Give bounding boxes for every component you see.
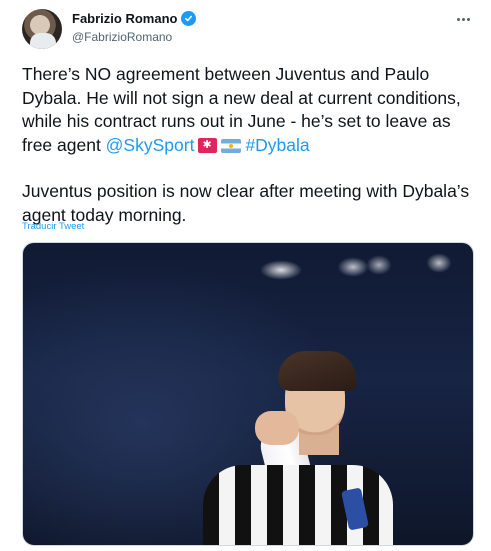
translate-tweet-link[interactable]: Traducir Tweet [22,221,84,232]
author-name-row: Fabrizio Romano [72,11,197,26]
profile-avatar[interactable] [22,9,62,49]
author-handle[interactable]: @FabrizioRomano [72,30,172,44]
more-options-icon[interactable] [453,10,473,28]
tweet-paragraph-1-text: There’s NO agreement between Juventus an… [22,64,461,155]
tweet-paragraph-2: Juventus position is now clear after mee… [22,181,470,225]
mention-link[interactable]: @SkySport [106,135,195,155]
tweet-card: Fabrizio Romano @FabrizioRomano There’s … [0,0,491,551]
tweet-paragraph-1: There’s NO agreement between Juventus an… [22,63,474,157]
argentina-flag-icon [221,138,242,153]
author-display-name[interactable]: Fabrizio Romano [72,11,177,26]
tweet-photo[interactable] [22,242,474,546]
photo-player-hair [278,351,356,391]
verified-badge-icon [181,11,197,26]
photo-player-hand [255,411,299,445]
siren-emoji-icon [198,137,218,153]
hashtag-link[interactable]: #Dybala [245,135,309,155]
tweet-text: There’s NO agreement between Juventus an… [22,63,474,227]
